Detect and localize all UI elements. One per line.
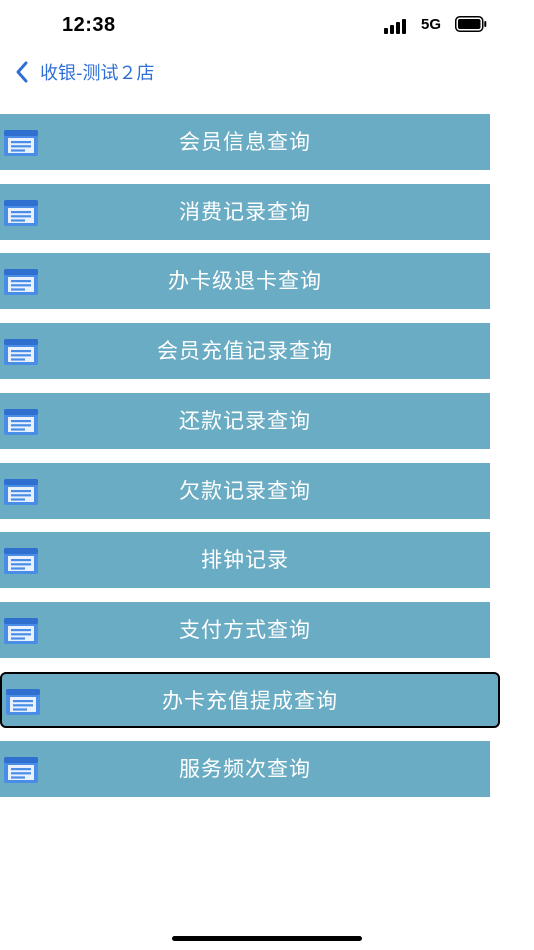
network-type: 5G: [421, 16, 442, 33]
menu-item-label: 消费记录查询: [179, 200, 311, 224]
menu-item-label: 排钟记录: [201, 548, 289, 572]
menu-item[interactable]: 办卡级退卡查询: [0, 253, 490, 309]
menu-item[interactable]: 服务频次查询: [0, 741, 490, 797]
menu-item-label: 还款记录查询: [179, 409, 311, 433]
menu-item-label: 欠款记录查询: [179, 479, 311, 503]
menu-item-label: 服务频次查询: [179, 757, 311, 781]
cellular-signal-icon: [384, 18, 412, 34]
status-time: 12:38: [62, 14, 116, 36]
menu-item-label: 会员信息查询: [179, 130, 311, 154]
back-button[interactable]: 收银-测试２店: [12, 58, 155, 86]
menu-item[interactable]: 排钟记录: [0, 532, 490, 588]
menu-item-label: 办卡充值提成查询: [162, 689, 338, 713]
menu-item-label: 支付方式查询: [179, 618, 311, 642]
menu-item[interactable]: 会员充值记录查询: [0, 323, 490, 379]
status-bar: 12:38 5G: [0, 0, 534, 50]
battery-icon: [455, 16, 487, 32]
menu-item[interactable]: 办卡充值提成查询: [0, 672, 500, 728]
navigation-bar: 收银-测试２店: [0, 50, 534, 94]
chevron-left-icon: [16, 61, 28, 83]
menu-item[interactable]: 欠款记录查询: [0, 463, 490, 519]
home-indicator: [172, 936, 362, 941]
menu-item[interactable]: 支付方式查询: [0, 602, 490, 658]
menu-item[interactable]: 会员信息查询: [0, 114, 490, 170]
menu-item-label: 办卡级退卡查询: [168, 269, 322, 293]
menu-item-label: 会员充值记录查询: [157, 339, 333, 363]
page-title: 收银-测试２店: [40, 63, 155, 84]
menu-item[interactable]: 还款记录查询: [0, 393, 490, 449]
menu-item[interactable]: 消费记录查询: [0, 184, 490, 240]
